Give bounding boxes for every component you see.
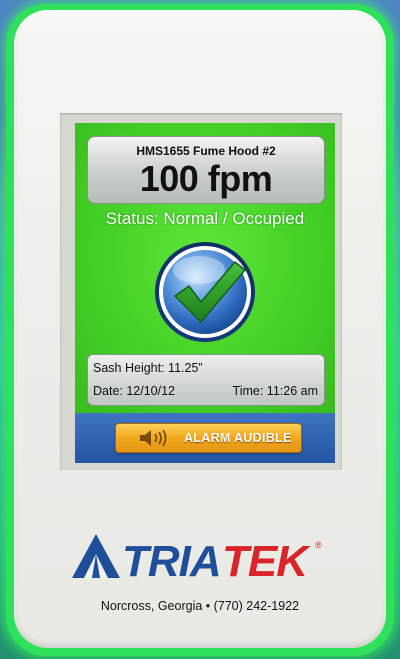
device-name: HMS1655 Fume Hood #2 [136,144,276,158]
flow-reading: 100 fpm [139,158,273,199]
alarm-button-label: ALARM AUDIBLE [184,431,292,445]
speaker-icon [138,429,170,447]
status-area: HMS1655 Fume Hood #2 100 fpm Status: Nor… [75,123,335,413]
svg-text:TEK: TEK [222,537,311,582]
header-panel: HMS1655 Fume Hood #2 100 fpm [87,136,325,204]
triatek-logo: TRIA TEK ® [70,532,332,586]
date-readout: Date: 12/10/12 [93,384,176,398]
sash-height: Sash Height: 11.25” [93,361,203,375]
svg-text:TRIA: TRIA [122,537,221,582]
info-panel: Sash Height: 11.25” Date: 12/10/12 Time:… [87,354,325,406]
checkmark-icon [153,240,257,344]
alarm-audible-button[interactable]: ALARM AUDIBLE [115,423,302,453]
svg-text:®: ® [315,540,322,550]
status-text: Status: Normal / Occupied [105,209,305,228]
company-address: Norcross, Georgia • (770) 242-1922 [100,599,300,613]
touch-screen: HMS1655 Fume Hood #2 100 fpm Status: Nor… [75,123,335,463]
time-readout: Time: 11:26 am [232,384,318,398]
alarm-bar: ALARM AUDIBLE [75,413,335,463]
